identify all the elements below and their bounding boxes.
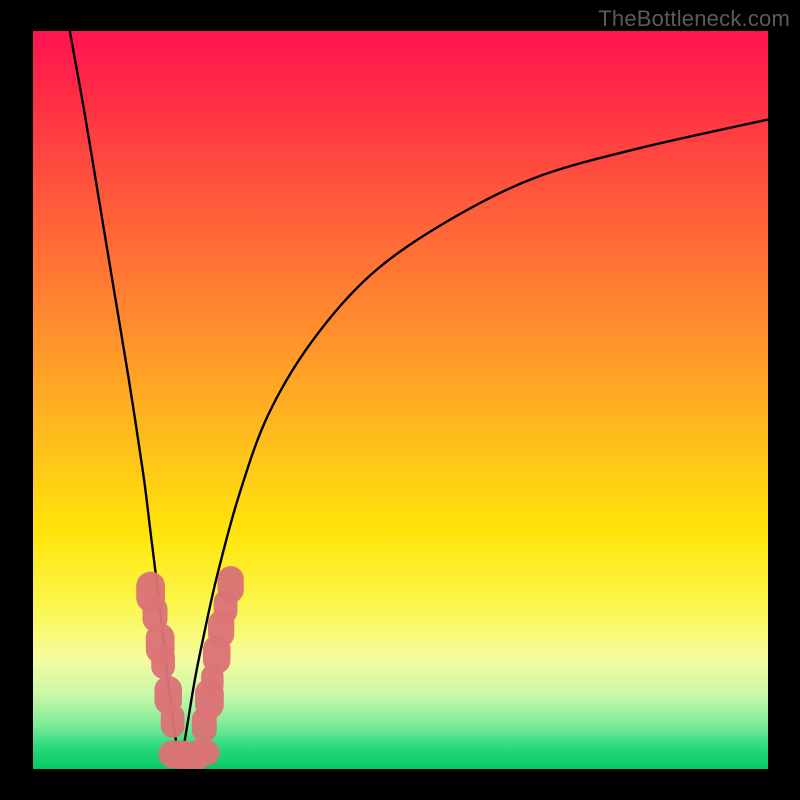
watermark-text: TheBottleneck.com	[598, 6, 790, 32]
plot-area	[33, 31, 768, 769]
data-marker	[151, 645, 175, 679]
curve-right	[180, 120, 768, 769]
data-marker	[161, 704, 185, 738]
marker-group	[136, 566, 244, 769]
data-marker	[184, 740, 219, 765]
chart-svg	[33, 31, 768, 769]
chart-frame: TheBottleneck.com	[0, 0, 800, 800]
data-marker	[218, 566, 244, 603]
